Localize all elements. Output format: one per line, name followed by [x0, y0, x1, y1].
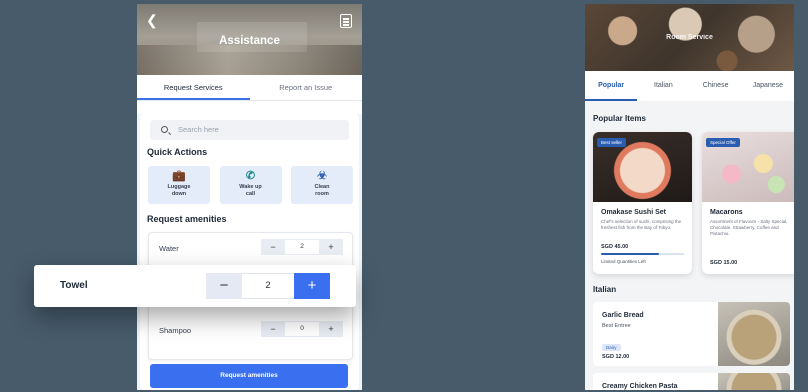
tab-japanese[interactable]: Japanese	[742, 71, 794, 101]
increment-button[interactable]: +	[319, 321, 343, 337]
food-price: SGD 45.00	[601, 244, 629, 250]
search-icon	[161, 126, 168, 133]
item-image	[718, 373, 790, 390]
tab-report-issue[interactable]: Report an Issue	[250, 75, 363, 100]
decrement-button[interactable]: −	[261, 321, 285, 337]
assistance-screen: ❮ Assistance Request Services Report an …	[137, 4, 362, 390]
search-input[interactable]: Search here	[150, 120, 349, 140]
amenity-row-towel-zoomed: Towel − 2 +	[34, 265, 356, 307]
request-amenities-title: Request amenities	[147, 214, 227, 224]
italian-title: Italian	[593, 285, 617, 294]
quick-action-label: Clean	[314, 184, 330, 190]
assistance-card: Search here Quick Actions 💼 Luggage down…	[140, 114, 359, 390]
increment-button[interactable]: +	[294, 273, 330, 299]
quick-action-wake-up-call[interactable]: ✆ Wake up call	[219, 166, 282, 204]
clipboard-icon[interactable]	[340, 14, 352, 28]
amenity-row-water: Water − 2 +	[149, 235, 352, 263]
quick-action-label: room	[315, 191, 329, 197]
quantity-stepper: − 2 +	[261, 239, 343, 255]
item-price: SGD 12.00	[602, 354, 630, 360]
assistance-tabs: Request Services Report an Issue	[137, 75, 362, 101]
item-name: Creamy Chicken Pasta	[602, 383, 678, 390]
request-amenities-button[interactable]: Request amenities	[150, 364, 348, 388]
item-name: Garlic Bread	[602, 312, 644, 319]
search-placeholder: Search here	[178, 125, 219, 134]
amenity-name: Towel	[60, 280, 88, 291]
quick-action-clean-room[interactable]: ☣ Clean room	[291, 166, 353, 204]
quick-action-label: Luggage	[167, 184, 191, 190]
food-description: Assortment of Flavours - Salty Special, …	[710, 219, 788, 236]
tab-italian[interactable]: Italian	[637, 71, 689, 101]
food-card-macarons[interactable]: Special Offer Macarons Assortment of Fla…	[702, 132, 794, 274]
amenity-row-shampoo: Shampoo − 0 +	[149, 317, 352, 345]
decrement-button[interactable]: −	[261, 239, 285, 255]
increment-button[interactable]: +	[319, 239, 343, 255]
food-name: Macarons	[710, 209, 743, 216]
dairy-tag: Dairy	[602, 344, 621, 351]
room-service-screen: Room Service Popular Italian Chinese Jap…	[585, 4, 794, 390]
back-arrow-icon[interactable]: ❮	[146, 12, 158, 29]
quantity-stepper: − 2 +	[206, 273, 347, 299]
quick-action-label: down	[171, 191, 187, 197]
broom-icon: ☣	[317, 170, 327, 182]
quantity-progress-bar	[601, 253, 684, 255]
item-image	[718, 302, 790, 366]
food-price: SGD 15.00	[710, 260, 738, 266]
amenity-name: Water	[159, 244, 179, 253]
quick-action-label: call	[245, 191, 256, 197]
list-item-garlic-bread[interactable]: Garlic Bread Best Entree Dairy SGD 12.00	[593, 302, 790, 366]
food-card-sushi[interactable]: Best seller Omakase Sushi Set Chef's sel…	[593, 132, 692, 274]
decrement-button[interactable]: −	[206, 273, 242, 299]
food-name: Omakase Sushi Set	[601, 209, 666, 216]
popular-items-title: Popular Items	[593, 114, 646, 123]
page-title: Room Service	[666, 34, 713, 41]
quick-actions: 💼 Luggage down ✆ Wake up call ☣ Clean ro…	[148, 166, 353, 204]
special-offer-badge: Special Offer	[706, 138, 740, 147]
tab-popular[interactable]: Popular	[585, 71, 638, 101]
tab-chinese[interactable]: Chinese	[690, 71, 742, 101]
phone-icon: ✆	[245, 170, 256, 182]
cuisine-tabs: Popular Italian Chinese Japanese	[585, 71, 794, 101]
limited-quantity-text: Limited Quantities Left	[601, 259, 646, 264]
quick-action-label: Wake up	[239, 184, 262, 190]
best-seller-badge: Best seller	[597, 138, 627, 147]
tab-request-services[interactable]: Request Services	[137, 75, 250, 100]
assistance-body: Search here Quick Actions 💼 Luggage down…	[137, 114, 362, 390]
amenity-name: Shampoo	[159, 326, 192, 335]
page-title: Assistance	[219, 35, 280, 47]
room-service-header: Room Service	[585, 4, 794, 71]
quick-actions-title: Quick Actions	[147, 147, 208, 157]
list-item-chicken-pasta[interactable]: Creamy Chicken Pasta	[593, 373, 790, 390]
food-description: Chef's selection of sushi, comprising th…	[601, 219, 682, 230]
quick-action-luggage[interactable]: 💼 Luggage down	[148, 166, 210, 204]
quantity-value[interactable]: 2	[285, 239, 319, 255]
item-subtitle: Best Entree	[602, 323, 631, 329]
quantity-value[interactable]: 2	[242, 273, 294, 299]
quantity-progress-fill	[601, 253, 660, 255]
quantity-stepper: − 0 +	[261, 321, 343, 337]
luggage-icon: 💼	[172, 170, 186, 182]
quantity-value[interactable]: 0	[285, 321, 319, 337]
assistance-header: ❮ Assistance	[137, 4, 362, 75]
